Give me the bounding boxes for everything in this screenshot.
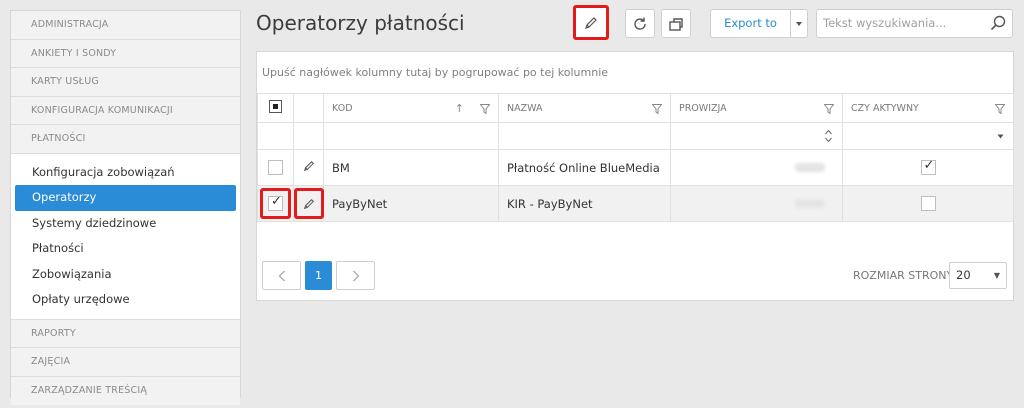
header-row: KOD ↑ NAZWA PROWIZJA CZY AKTYWNY: [257, 93, 1014, 123]
column-label-kod: KOD: [332, 102, 353, 114]
chevron-left-icon: [278, 270, 285, 281]
filter-prowizja-input[interactable]: [670, 122, 843, 150]
cell-kod: BM: [323, 149, 499, 186]
sidebar-section-ankiety[interactable]: ANKIETY I SONDY: [11, 39, 240, 68]
chevron-down-icon: [796, 21, 802, 26]
search-input[interactable]: [823, 16, 983, 30]
sidebar-section-zarzadzanie-trescia[interactable]: ZARZĄDZANIE TREŚCIĄ: [11, 376, 240, 405]
row-select-cell: [257, 185, 294, 222]
blurred-value: [795, 198, 825, 208]
table-row[interactable]: BM Płatność Online BlueMedia: [257, 149, 1014, 186]
cell-czy-aktywny: [842, 185, 1014, 222]
highlight-box: [294, 188, 324, 219]
sidebar-item-oplaty-urzedowe[interactable]: Opłaty urzędowe: [15, 287, 236, 313]
chevron-down-icon: ▼: [993, 271, 1000, 280]
sidebar-section-karty-uslug[interactable]: KARTY USŁUG: [11, 68, 240, 97]
cell-prowizja: [670, 185, 843, 222]
sort-ascending-icon[interactable]: ↑: [455, 102, 464, 115]
row-select-checkbox[interactable]: [268, 160, 283, 175]
column-header-nazwa[interactable]: NAZWA: [498, 93, 671, 123]
sidebar-item-systemy-dziedzinowe[interactable]: Systemy dziedzinowe: [15, 211, 236, 237]
sidebar-section-zajecia[interactable]: ZAJĘCIA: [11, 348, 240, 377]
sidebar-section-konfiguracja-komunikacji[interactable]: KONFIGURACJA KOMUNIKACJI: [11, 96, 240, 125]
column-header-prowizja[interactable]: PROWIZJA: [670, 93, 843, 123]
filter-cell: [293, 122, 324, 150]
sidebar-submenu: Konfiguracja zobowiązań Operatorzy Syste…: [11, 153, 240, 320]
column-header-czy-aktywny[interactable]: CZY AKTYWNY: [842, 93, 1014, 123]
sidebar-item-operatorzy[interactable]: Operatorzy: [15, 185, 236, 211]
sidebar-item-konfiguracja-zobowiazan[interactable]: Konfiguracja zobowiązań: [15, 160, 236, 186]
refresh-button[interactable]: [625, 9, 655, 38]
pencil-icon: [585, 16, 597, 29]
filter-czy-aktywny-select[interactable]: [842, 122, 1014, 150]
filter-row: [257, 122, 1014, 150]
filter-kod-input[interactable]: [323, 122, 499, 150]
row-select-checkbox[interactable]: [268, 194, 283, 211]
next-page-button[interactable]: [336, 261, 375, 290]
chevron-right-icon: [352, 270, 359, 281]
select-all-checkbox[interactable]: [269, 100, 282, 113]
column-label-czy-aktywny: CZY AKTYWNY: [851, 102, 919, 114]
chevron-down-icon: [997, 134, 1004, 139]
sidebar-section-platnosci[interactable]: PŁATNOŚCI: [11, 125, 240, 154]
page-size-value: 20: [956, 268, 971, 282]
sidebar-item-zobowiazania[interactable]: Zobowiązania: [15, 262, 236, 288]
sidebar-section-raporty[interactable]: RAPORTY: [11, 319, 240, 348]
data-grid: Upuść nagłówek kolumny tutaj by pogrupow…: [256, 51, 1014, 301]
pager: 1: [262, 261, 375, 290]
row-select-cell: [257, 149, 294, 186]
page-title: Operatorzy płatności: [256, 11, 465, 35]
cell-kod: PayByNet: [323, 185, 499, 222]
cell-prowizja: [670, 149, 843, 186]
column-header-kod[interactable]: KOD ↑: [323, 93, 499, 123]
pencil-icon[interactable]: [303, 198, 315, 210]
prev-page-button[interactable]: [262, 261, 301, 290]
pencil-icon[interactable]: [303, 160, 315, 172]
edit-column-header: [293, 93, 324, 123]
highlight-box: [260, 188, 291, 219]
grid-table: KOD ↑ NAZWA PROWIZJA CZY AKTYWNY BM Płat…: [257, 93, 1014, 222]
filter-icon[interactable]: [652, 104, 662, 114]
blurred-value: [795, 162, 825, 172]
export-dropdown-button[interactable]: [790, 9, 808, 38]
column-label-nazwa: NAZWA: [507, 102, 543, 114]
row-edit-cell: [293, 185, 324, 222]
page-size-select[interactable]: 20 ▼: [949, 262, 1007, 289]
refresh-icon: [634, 17, 646, 30]
filter-nazwa-input[interactable]: [498, 122, 671, 150]
search-box: [816, 9, 1013, 38]
active-checkbox: [920, 196, 936, 211]
columns-icon: [669, 17, 683, 31]
sidebar-item-platnosci[interactable]: Płatności: [15, 236, 236, 262]
row-edit-cell: [293, 149, 324, 186]
filter-icon[interactable]: [995, 104, 1005, 114]
export-button[interactable]: Export to: [710, 9, 791, 38]
table-row[interactable]: PayByNet KIR - PayByNet: [257, 185, 1014, 222]
filter-icon[interactable]: [824, 104, 834, 114]
spin-arrows-icon[interactable]: [825, 129, 832, 143]
filter-icon[interactable]: [480, 104, 490, 114]
page-size-label: ROZMIAR STRONY: [853, 269, 954, 282]
active-checkbox: [920, 158, 936, 175]
sidebar-section-administracja[interactable]: ADMINISTRACJA: [11, 11, 240, 40]
select-all-cell: [257, 93, 294, 123]
group-panel-hint[interactable]: Upuść nagłówek kolumny tutaj by pogrupow…: [262, 66, 608, 79]
column-chooser-button[interactable]: [661, 9, 691, 38]
page-number-button[interactable]: 1: [305, 261, 332, 290]
cell-nazwa: Płatność Online BlueMedia: [498, 149, 671, 186]
cell-czy-aktywny: [842, 149, 1014, 186]
edit-button[interactable]: [573, 5, 609, 40]
search-icon[interactable]: [990, 15, 1006, 31]
column-label-prowizja: PROWIZJA: [679, 102, 727, 114]
sidebar: ADMINISTRACJA ANKIETY I SONDY KARTY USŁU…: [10, 10, 241, 405]
filter-cell: [257, 122, 294, 150]
cell-nazwa: KIR - PayByNet: [498, 185, 671, 222]
